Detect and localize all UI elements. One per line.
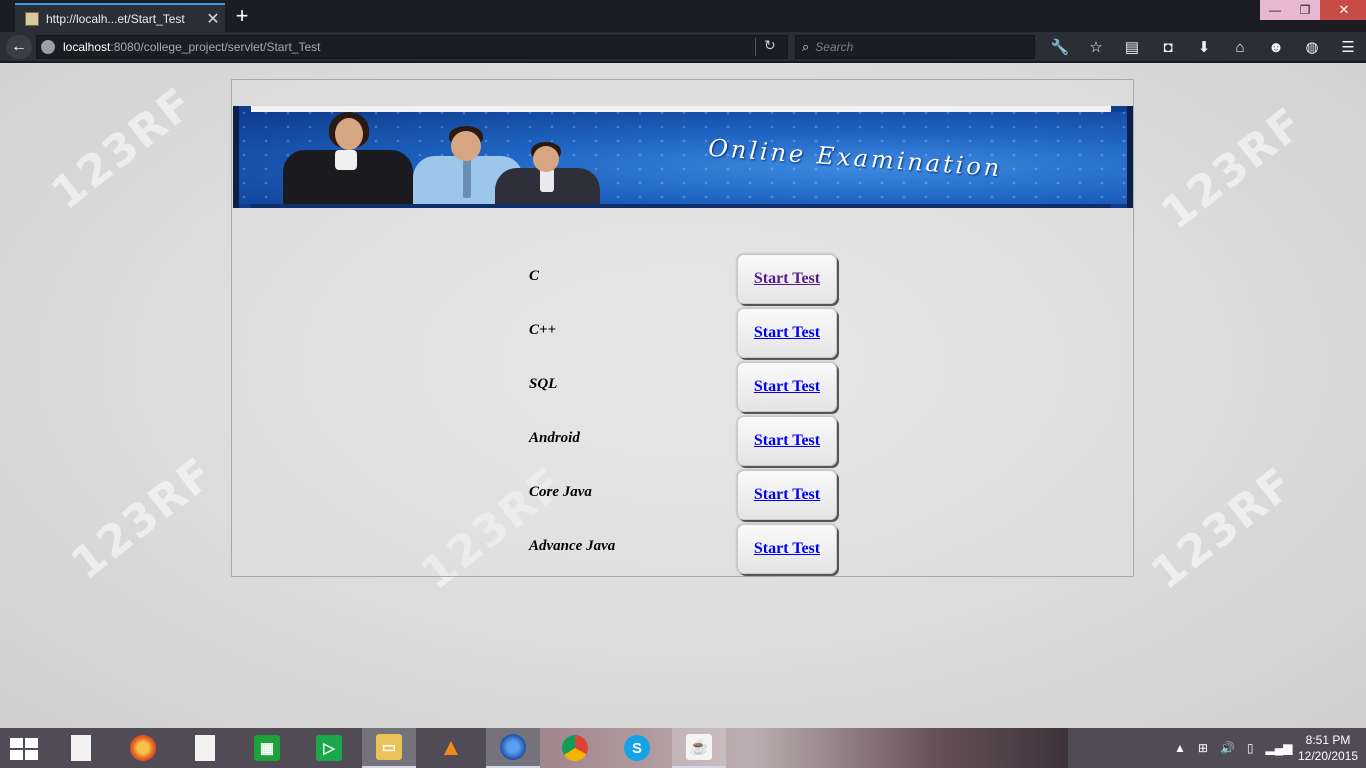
start-button[interactable] [0, 728, 50, 768]
toolbar-icons: 🔧 ☆ ▤ ◘ ⬇ ⌂ ☻ ◍ ☰ [1042, 35, 1366, 59]
vlc-icon[interactable]: ▲ [424, 728, 478, 768]
exam-panel: Online Examination C Start Test C++ Start T… [231, 79, 1134, 577]
java-icon[interactable]: ☕ [672, 728, 726, 768]
start-test-button[interactable]: Start Test [737, 308, 837, 358]
address-divider [755, 38, 756, 56]
test-row: SQL Start Test [529, 362, 839, 412]
chrome-icon[interactable] [548, 728, 602, 768]
smiley-icon[interactable]: ☻ [1258, 35, 1294, 59]
download-icon[interactable]: ⬇ [1186, 35, 1222, 59]
start-test-button[interactable]: Start Test [737, 524, 837, 574]
page-viewport: 123RF 123RF 123RF 123RF 123RF Online Exa… [0, 63, 1366, 728]
test-subject: Android [529, 430, 580, 446]
businesswoman-figure [283, 112, 413, 204]
test-row: C++ Start Test [529, 308, 839, 358]
tab-strip: http://localh...et/Start_Test ✕ + — ❐ ✕ [0, 0, 1366, 32]
url-path: :8080/college_project/servlet/Start_Test [110, 40, 321, 54]
page-favicon-icon [25, 11, 39, 26]
firefox-icon[interactable] [486, 728, 540, 768]
restore-button[interactable]: ❐ [1290, 0, 1320, 20]
wrench-icon[interactable]: 🔧 [1042, 35, 1078, 59]
reading-list-icon[interactable]: ▤ [1114, 35, 1150, 59]
search-placeholder: Search [815, 40, 854, 54]
start-test-link[interactable]: Start Test [754, 486, 820, 504]
taskbar: ▦ ▷ ▭ ▲ S ☕ ▲ ⊞ 🔊 ▯ ▂▄▆ 8:51 PM 12/20/2015 [0, 728, 1366, 768]
test-row: Advance Java Start Test [529, 524, 839, 574]
browser-tab[interactable]: http://localh...et/Start_Test ✕ [15, 3, 225, 32]
network-icon[interactable]: ⊞ [1198, 741, 1208, 755]
new-tab-button[interactable]: + [232, 5, 252, 27]
windows-logo-icon [10, 738, 38, 760]
search-icon: ⌕ [802, 39, 810, 54]
address-bar[interactable]: localhost:8080/college_project/servlet/S… [36, 35, 788, 59]
globe-icon[interactable]: ◍ [1294, 35, 1330, 59]
test-row: Core Java Start Test [529, 470, 839, 520]
start-test-button[interactable]: Start Test [737, 416, 837, 466]
volume-icon[interactable]: 🔊 [1220, 741, 1235, 755]
pocket-icon[interactable]: ◘ [1150, 35, 1186, 59]
navigation-toolbar: ← localhost:8080/college_project/servlet… [0, 32, 1366, 62]
start-test-link[interactable]: Start Test [754, 324, 820, 342]
skype-icon[interactable]: S [610, 728, 664, 768]
menu-icon[interactable]: ☰ [1330, 35, 1366, 59]
tab-title: http://localh...et/Start_Test [46, 11, 185, 26]
start-test-button[interactable]: Start Test [737, 254, 837, 304]
url-host: localhost [63, 40, 111, 54]
globe-icon [41, 40, 55, 54]
test-row: Android Start Test [529, 416, 839, 466]
test-subject: C [529, 268, 540, 284]
home-icon[interactable]: ⌂ [1222, 35, 1258, 59]
start-test-link[interactable]: Start Test [754, 432, 820, 450]
reload-icon[interactable]: ↻ [764, 37, 776, 54]
show-hidden-icons-icon[interactable]: ▲ [1174, 741, 1186, 755]
test-row: C Start Test [529, 254, 839, 304]
back-button[interactable]: ← [6, 35, 32, 59]
search-box[interactable]: ⌕ Search [795, 35, 1035, 59]
test-subject: Core Java [529, 484, 592, 500]
clock-time: 8:51 PM [1305, 733, 1351, 747]
store-icon[interactable]: ▦ [240, 728, 294, 768]
businessman-figure [495, 142, 600, 204]
watermark: 123RF [41, 77, 204, 220]
start-test-button[interactable]: Start Test [737, 362, 837, 412]
start-test-button[interactable]: Start Test [737, 470, 837, 520]
file-explorer-icon[interactable]: ▭ [362, 728, 416, 768]
signal-icon[interactable]: ▂▄▆ [1266, 741, 1293, 755]
start-test-link[interactable]: Start Test [754, 540, 820, 558]
taskbar-file-icon[interactable] [178, 728, 232, 768]
start-test-link[interactable]: Start Test [754, 378, 820, 396]
clock-date: 12/20/2015 [1297, 749, 1359, 763]
window-controls: — ❐ ✕ [1260, 0, 1366, 20]
test-subject: Advance Java [529, 538, 616, 554]
watermark: 123RF [61, 447, 224, 590]
taskbar-file-icon[interactable] [54, 728, 108, 768]
start-test-link[interactable]: Start Test [754, 270, 820, 288]
play-icon[interactable]: ▷ [302, 728, 356, 768]
header-banner: Online Examination [233, 106, 1133, 208]
test-subject: C++ [529, 322, 557, 338]
minimize-button[interactable]: — [1260, 0, 1290, 20]
watermark: 123RF [1151, 97, 1314, 240]
battery-icon[interactable]: ▯ [1247, 741, 1254, 755]
star-icon[interactable]: ☆ [1078, 35, 1114, 59]
chrome-canary-icon[interactable] [116, 728, 170, 768]
system-tray: ▲ ⊞ 🔊 ▯ ▂▄▆ [1168, 728, 1298, 768]
close-window-button[interactable]: ✕ [1320, 0, 1366, 20]
taskbar-clock[interactable]: 8:51 PM 12/20/2015 [1296, 732, 1360, 764]
test-subject: SQL [529, 376, 558, 392]
watermark: 123RF [1141, 457, 1304, 600]
tab-close-icon[interactable]: ✕ [201, 9, 225, 29]
